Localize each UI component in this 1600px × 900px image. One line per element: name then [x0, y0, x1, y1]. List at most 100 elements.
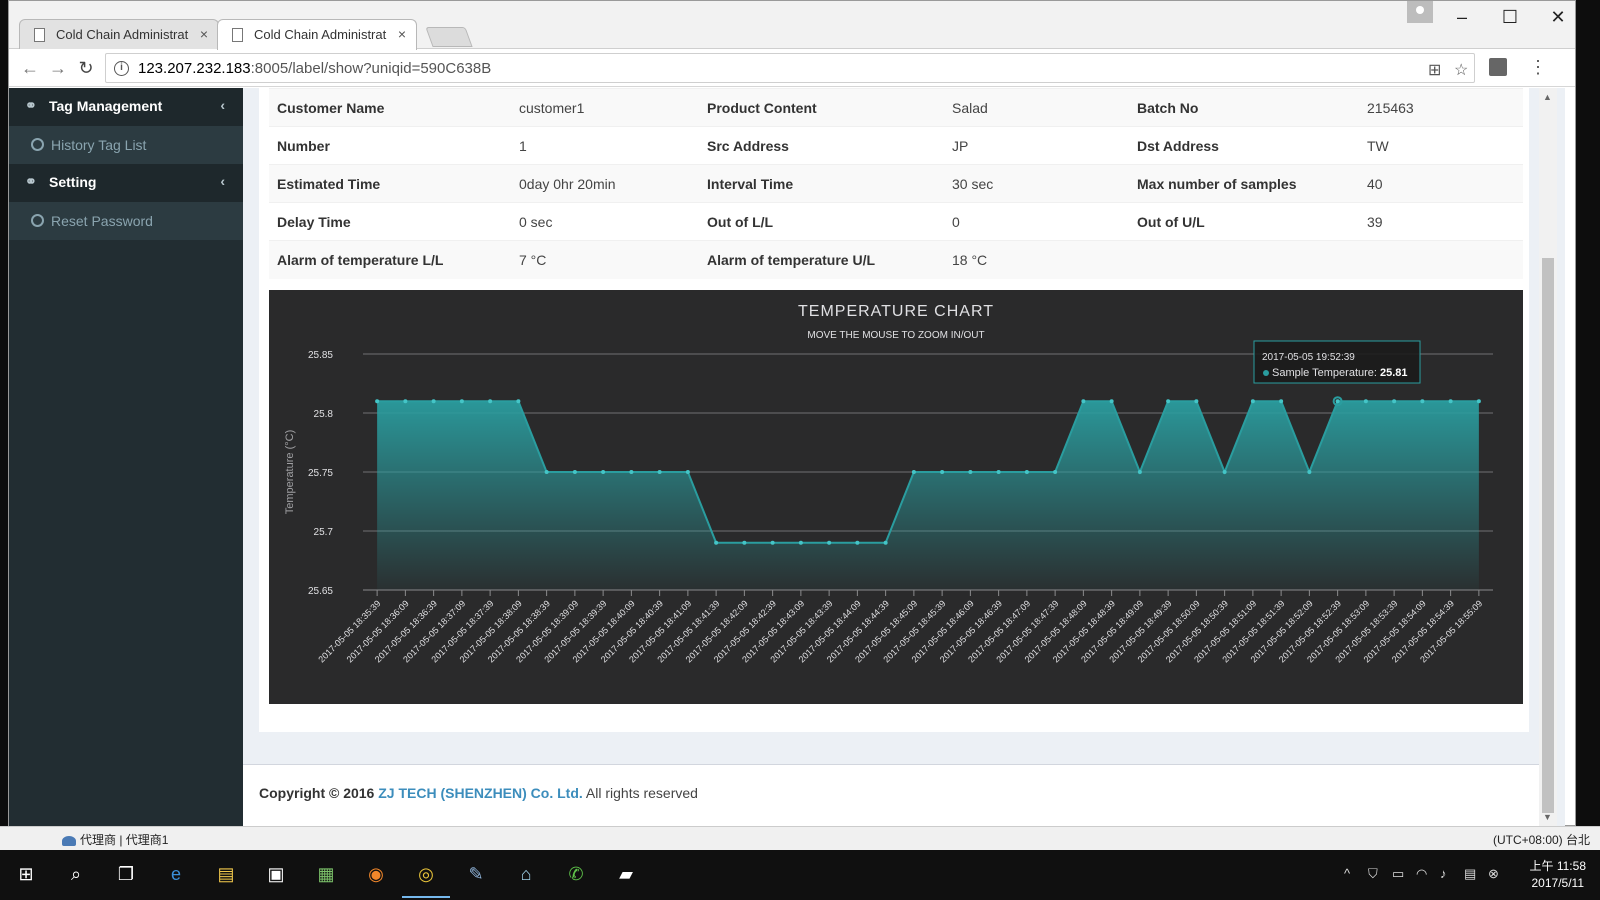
search-icon[interactable]: ⌕	[62, 860, 90, 888]
wechat-icon[interactable]: ✆	[562, 860, 590, 888]
wifi-icon[interactable]: ◠	[1416, 866, 1427, 882]
scroll-thumb[interactable]	[1542, 258, 1554, 813]
back-icon[interactable]: ←	[17, 55, 43, 81]
battery-icon[interactable]: ▭	[1392, 866, 1404, 882]
translate-icon[interactable]: ⊞	[1428, 60, 1441, 80]
windows-taskbar: ⊞ ⌕ ❐ e ▤ ▣ ▦ ◉ ◎ ✎ ⌂ ✆ ▰ ^ ⛉ ▭ ◠ ♪ ▤ ⊗ …	[0, 850, 1600, 900]
data-point[interactable]	[488, 399, 493, 404]
data-point[interactable]	[827, 540, 832, 545]
security-icon[interactable]: ⛉	[1368, 866, 1378, 882]
main-content: Customer Name customer1 Product Content Sal…	[243, 88, 1539, 826]
data-point[interactable]	[714, 540, 719, 545]
sidebar-item-tag-management[interactable]: ⚭ Tag Management ‹	[9, 88, 243, 126]
taskbar-clock[interactable]: 上午 11:58 2017/5/11	[1530, 858, 1586, 892]
browser-tab-active[interactable]: Cold Chain Administrat ×	[217, 19, 417, 50]
chart-canvas[interactable]: TEMPERATURE CHART MOVE THE MOUSE TO ZOOM…	[269, 290, 1523, 704]
firefox-icon[interactable]: ◉	[362, 860, 390, 888]
tab-close-icon[interactable]: ×	[398, 26, 406, 42]
data-point[interactable]	[1081, 399, 1086, 404]
forward-icon[interactable]: →	[45, 55, 71, 81]
network-app-icon[interactable]: ⌂	[512, 860, 540, 888]
data-point[interactable]	[629, 470, 634, 474]
data-point[interactable]	[1109, 399, 1114, 404]
data-point[interactable]	[1476, 399, 1481, 404]
sidebar-item-reset-password[interactable]: Reset Password	[9, 202, 243, 240]
file-explorer-icon[interactable]: ▤	[212, 860, 240, 888]
data-point[interactable]	[1194, 399, 1199, 404]
clock-date: 2017/5/11	[1531, 876, 1585, 890]
data-point[interactable]	[1137, 470, 1142, 474]
store-icon[interactable]: ▣	[262, 860, 290, 888]
data-point[interactable]	[1307, 470, 1312, 474]
page-icon	[34, 28, 45, 42]
data-point[interactable]	[572, 470, 577, 474]
chrome-icon[interactable]: ◎	[402, 860, 450, 898]
task-view-icon[interactable]: ❐	[112, 860, 140, 888]
maximize-icon[interactable]: ☐	[1487, 3, 1533, 31]
data-point[interactable]	[516, 399, 521, 404]
data-point[interactable]	[1250, 399, 1255, 404]
y-tick-label: 25.75	[308, 468, 333, 479]
profile-icon[interactable]	[1407, 1, 1433, 23]
detail-label: Delay Time	[269, 202, 511, 241]
address-bar[interactable]: i 123.207.232.183:8005/label/show?uniqid…	[105, 53, 1475, 83]
notification-icon[interactable]: ▤	[1464, 866, 1476, 882]
reload-icon[interactable]: ↻	[73, 55, 99, 81]
input-close-icon[interactable]: ⊗	[1488, 866, 1499, 882]
data-point[interactable]	[657, 470, 662, 474]
browser-tab[interactable]: Cold Chain Administrat ×	[19, 19, 219, 49]
data-point[interactable]	[403, 399, 408, 404]
data-point[interactable]	[1448, 399, 1453, 404]
data-point[interactable]	[1279, 399, 1284, 404]
paint-app-icon[interactable]: ✎	[462, 860, 490, 888]
scroll-up-icon[interactable]: ▲	[1543, 92, 1552, 102]
data-point[interactable]	[459, 399, 464, 404]
data-point[interactable]	[855, 540, 860, 545]
data-point[interactable]	[1363, 399, 1368, 404]
data-point[interactable]	[544, 470, 549, 474]
volume-icon[interactable]: ♪	[1440, 866, 1447, 881]
new-tab-button[interactable]	[425, 27, 473, 47]
data-point[interactable]	[1335, 399, 1340, 404]
tray-expand-icon[interactable]: ^	[1344, 866, 1350, 881]
data-point[interactable]	[798, 540, 803, 545]
detail-value: 39	[1359, 202, 1523, 241]
folder-app-icon[interactable]: ▰	[612, 860, 640, 888]
data-point[interactable]	[1166, 399, 1171, 404]
sidebar-item-setting[interactable]: ⚭ Setting ‹	[9, 164, 243, 202]
notes-app-icon[interactable]: ▦	[312, 860, 340, 888]
windows-start-icon[interactable]: ⊞	[12, 860, 40, 888]
data-point[interactable]	[1392, 399, 1397, 404]
data-point[interactable]	[1053, 470, 1058, 474]
page-scrollbar[interactable]: ▲ ▼	[1539, 88, 1557, 826]
y-axis-label: Temperature (°C)	[284, 430, 296, 514]
data-point[interactable]	[742, 540, 747, 545]
data-point[interactable]	[940, 470, 945, 474]
data-point[interactable]	[1222, 470, 1227, 474]
data-point[interactable]	[996, 470, 1001, 474]
data-point[interactable]	[911, 470, 916, 474]
data-point[interactable]	[883, 540, 888, 545]
info-icon[interactable]: i	[114, 61, 129, 76]
browser-menu-icon[interactable]: ⋮	[1529, 57, 1547, 78]
data-point[interactable]	[968, 470, 973, 474]
temperature-chart[interactable]: TEMPERATURE CHART MOVE THE MOUSE TO ZOOM…	[269, 290, 1523, 704]
data-point[interactable]	[431, 399, 436, 404]
extension-icon[interactable]	[1489, 58, 1507, 76]
tab-close-icon[interactable]: ×	[200, 26, 208, 42]
detail-row: Alarm of temperature L/L 7 °C Alarm of tem…	[269, 240, 1523, 279]
close-window-icon[interactable]: ✕	[1535, 3, 1581, 31]
data-point[interactable]	[601, 470, 606, 474]
data-point[interactable]	[375, 399, 380, 404]
data-point[interactable]	[1024, 470, 1029, 474]
url-text[interactable]: 123.207.232.183:8005/label/show?uniqid=5…	[138, 60, 491, 77]
scroll-down-icon[interactable]: ▼	[1543, 812, 1552, 822]
company-link[interactable]: ZJ TECH (SHENZHEN) Co. Ltd.	[378, 785, 583, 801]
minimize-icon[interactable]: –	[1439, 3, 1485, 31]
data-point[interactable]	[1420, 399, 1425, 404]
sidebar-item-history-tag-list[interactable]: History Tag List	[9, 126, 243, 164]
data-point[interactable]	[685, 470, 690, 474]
data-point[interactable]	[770, 540, 775, 545]
edge-browser-icon[interactable]: e	[162, 860, 190, 888]
bookmark-star-icon[interactable]: ☆	[1454, 60, 1468, 80]
